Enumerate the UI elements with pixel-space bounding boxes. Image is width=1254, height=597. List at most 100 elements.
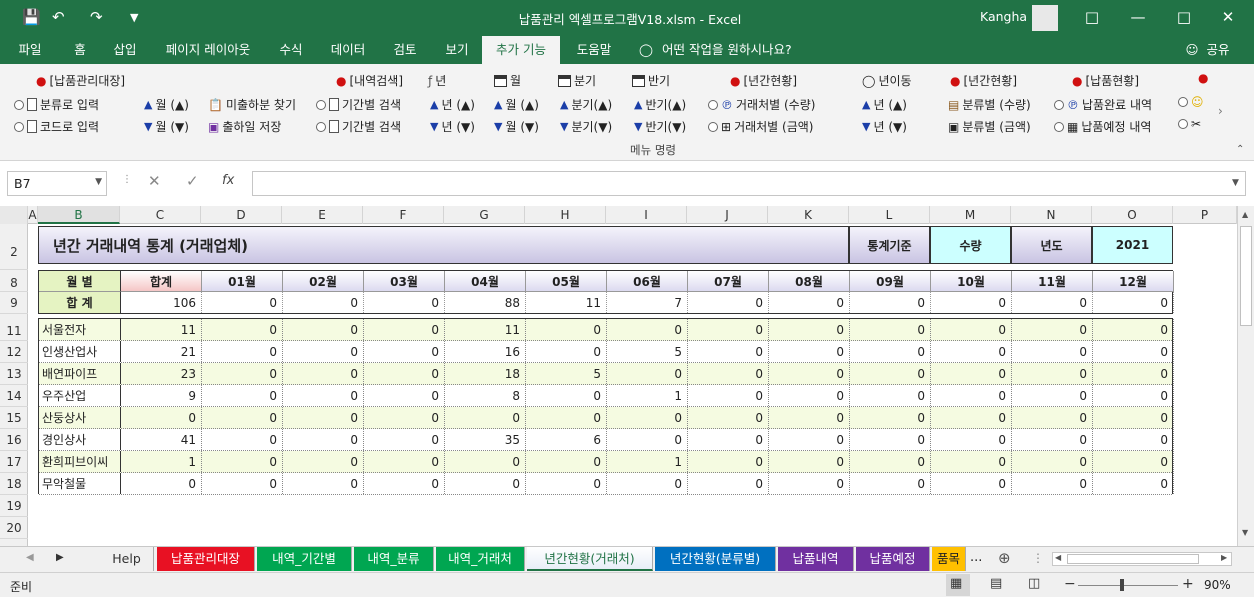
sheet-tab[interactable]: 납품예정 bbox=[856, 547, 930, 571]
value-cell[interactable]: 0 bbox=[1012, 363, 1093, 384]
value-cell[interactable]: 41 bbox=[121, 429, 202, 450]
user-name[interactable]: Kangha bbox=[980, 9, 1027, 24]
year-value[interactable]: 2021 bbox=[1092, 226, 1173, 264]
value-cell[interactable]: 0 bbox=[445, 473, 526, 494]
zoom-out-button[interactable]: − bbox=[1064, 576, 1076, 592]
value-cell[interactable]: 0 bbox=[1093, 451, 1174, 472]
value-cell[interactable]: 18 bbox=[445, 363, 526, 384]
value-cell[interactable]: 0 bbox=[526, 451, 607, 472]
share-button[interactable]: 공유 bbox=[1202, 36, 1234, 64]
value-cell[interactable]: 0 bbox=[202, 407, 283, 428]
year-down-button-2[interactable]: ▼ 년 (▼) bbox=[862, 118, 907, 135]
delivered-history-button[interactable]: ℗ 납품완료 내역 bbox=[1054, 96, 1152, 113]
save-ship-date-button[interactable]: ▣ 출하일 저장 bbox=[208, 118, 281, 135]
value-cell[interactable]: 0 bbox=[850, 473, 931, 494]
value-cell[interactable]: 1 bbox=[607, 451, 688, 472]
year-up-button-2[interactable]: ▲ 년 (▲) bbox=[862, 96, 907, 113]
col-header-b[interactable]: B bbox=[38, 206, 120, 224]
value-cell[interactable]: 0 bbox=[202, 451, 283, 472]
total-cell[interactable]: 0 bbox=[769, 292, 850, 313]
value-cell[interactable]: 11 bbox=[121, 319, 202, 340]
tab-home[interactable]: 홈 bbox=[62, 36, 98, 64]
name-box[interactable]: B7 ▼ bbox=[7, 171, 107, 196]
value-cell[interactable]: 0 bbox=[769, 407, 850, 428]
zoom-slider[interactable] bbox=[1078, 585, 1178, 586]
col-header-e[interactable]: E bbox=[282, 206, 363, 224]
value-cell[interactable]: 0 bbox=[931, 319, 1012, 340]
value-cell[interactable]: 0 bbox=[364, 451, 445, 472]
value-cell[interactable]: 9 bbox=[121, 385, 202, 406]
value-cell[interactable]: 0 bbox=[607, 429, 688, 450]
value-cell[interactable]: 0 bbox=[1093, 385, 1174, 406]
row-header[interactable]: 16 bbox=[0, 429, 28, 451]
row-header[interactable]: 12 bbox=[0, 341, 28, 363]
value-cell[interactable]: 0 bbox=[850, 451, 931, 472]
value-cell[interactable]: 11 bbox=[445, 319, 526, 340]
value-cell[interactable]: 0 bbox=[364, 363, 445, 384]
total-cell[interactable]: 88 bbox=[445, 292, 526, 313]
col-header-i[interactable]: I bbox=[606, 206, 687, 224]
client-name[interactable]: 무악철물 bbox=[39, 473, 121, 494]
total-cell[interactable]: 106 bbox=[121, 292, 202, 313]
total-cell[interactable]: 0 bbox=[1012, 292, 1093, 313]
month-up-button[interactable]: ▲ 월 (▲) bbox=[144, 96, 189, 113]
smiley-button[interactable]: ☺ bbox=[1178, 96, 1204, 108]
half-year-down-button[interactable]: ▼ 반기(▼) bbox=[634, 118, 686, 135]
value-cell[interactable]: 0 bbox=[1012, 429, 1093, 450]
by-client-amount-button[interactable]: ⊞ 거래처별 (금액) bbox=[708, 118, 813, 135]
value-cell[interactable]: 0 bbox=[931, 451, 1012, 472]
value-cell[interactable]: 0 bbox=[850, 429, 931, 450]
client-name[interactable]: 배연파이프 bbox=[39, 363, 121, 384]
select-all-corner[interactable] bbox=[0, 206, 28, 224]
value-cell[interactable]: 0 bbox=[688, 451, 769, 472]
worksheet[interactable]: 년간 거래내역 통계 (거래업체) 통계기준 수량 년도 2021 월 별 합 … bbox=[28, 224, 1237, 546]
sheet-tab[interactable]: 년간현황(거래처) bbox=[527, 547, 653, 571]
sheet-tab[interactable]: 년간현황(분류별) bbox=[655, 547, 776, 571]
ribbon-scroll-right-icon[interactable]: › bbox=[1218, 104, 1223, 118]
value-cell[interactable]: 0 bbox=[688, 473, 769, 494]
quarter-down-button[interactable]: ▼ 분기(▼) bbox=[560, 118, 612, 135]
value-cell[interactable]: 0 bbox=[526, 319, 607, 340]
zoom-in-button[interactable]: + bbox=[1182, 576, 1194, 592]
value-cell[interactable]: 0 bbox=[202, 341, 283, 362]
horizontal-scrollbar[interactable]: ◀ ▶ bbox=[1052, 552, 1232, 566]
close-button[interactable]: ✕ bbox=[1208, 6, 1248, 28]
total-cell[interactable]: 0 bbox=[688, 292, 769, 313]
page-break-view-icon[interactable]: ◫ bbox=[1028, 576, 1040, 591]
value-cell[interactable]: 0 bbox=[850, 385, 931, 406]
value-cell[interactable]: 0 bbox=[850, 319, 931, 340]
value-cell[interactable]: 0 bbox=[607, 319, 688, 340]
value-cell[interactable]: 0 bbox=[769, 341, 850, 362]
month-down-button[interactable]: ▼ 월 (▼) bbox=[144, 118, 189, 135]
tab-review[interactable]: 검토 bbox=[384, 36, 426, 64]
total-cell[interactable]: 0 bbox=[850, 292, 931, 313]
half-year-button[interactable]: 반기 bbox=[632, 72, 670, 89]
enter-icon[interactable]: ✓ bbox=[186, 172, 199, 190]
maximize-button[interactable]: □ bbox=[1164, 6, 1204, 28]
col-header-p[interactable]: P bbox=[1173, 206, 1237, 224]
sheet-tab[interactable]: 납품내역 bbox=[778, 547, 854, 571]
client-name[interactable]: 경인상사 bbox=[39, 429, 121, 450]
insert-function-icon[interactable]: fx bbox=[222, 173, 234, 188]
sheet-tab[interactable]: 품목 bbox=[932, 547, 966, 571]
value-cell[interactable]: 0 bbox=[1012, 473, 1093, 494]
col-header-m[interactable]: M bbox=[930, 206, 1011, 224]
row-header[interactable]: 9 bbox=[0, 292, 28, 314]
value-cell[interactable]: 0 bbox=[283, 385, 364, 406]
value-cell[interactable]: 0 bbox=[364, 319, 445, 340]
month-up-button-2[interactable]: ▲ 월 (▲) bbox=[494, 96, 539, 113]
sheet-tab[interactable]: 내역_거래처 bbox=[436, 547, 525, 571]
row-header[interactable]: 14 bbox=[0, 385, 28, 407]
period-search-button-1[interactable]: 기간별 검색 bbox=[316, 96, 401, 113]
total-cell[interactable]: 0 bbox=[931, 292, 1012, 313]
value-cell[interactable]: 0 bbox=[850, 407, 931, 428]
value-cell[interactable]: 0 bbox=[769, 363, 850, 384]
value-cell[interactable]: 0 bbox=[688, 385, 769, 406]
period-search-button-2[interactable]: 기간별 검색 bbox=[316, 118, 401, 135]
value-cell[interactable]: 0 bbox=[121, 473, 202, 494]
row-header[interactable]: 13 bbox=[0, 363, 28, 385]
value-cell[interactable]: 0 bbox=[769, 473, 850, 494]
year-down-button[interactable]: ▼ 년 (▼) bbox=[430, 118, 475, 135]
value-cell[interactable]: 0 bbox=[202, 319, 283, 340]
tab-file[interactable]: 파일 bbox=[8, 36, 52, 64]
